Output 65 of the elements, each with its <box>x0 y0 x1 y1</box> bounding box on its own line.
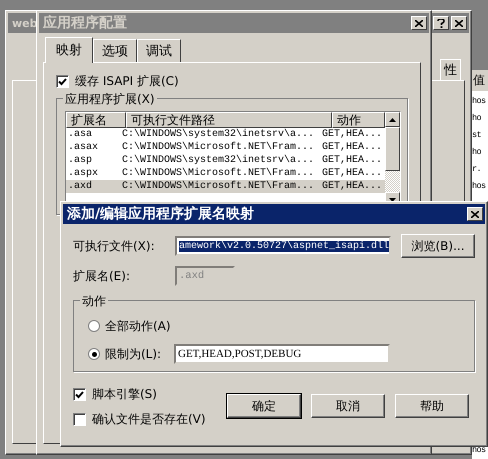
list-item[interactable]: ho <box>472 146 488 159</box>
group-title: 应用程序扩展(X) <box>63 91 157 108</box>
window-title: web <box>12 16 38 30</box>
dialog-button[interactable]: 确定 <box>227 394 301 418</box>
column-header: 值 <box>472 70 488 91</box>
dialog-button[interactable]: 取消 <box>311 394 385 418</box>
table-cell-text: C:\WINDOWS\Microsoft.NET\Fram... <box>121 141 316 154</box>
table-cell-text: C:\WINDOWS\Microsoft.NET\Fram... <box>121 167 316 180</box>
dialog-button[interactable]: 帮助 <box>395 394 469 418</box>
table-cell-text: C:\WINDOWS\system32\inetsrv\a... <box>121 128 316 141</box>
column-header[interactable]: 扩展名 <box>66 112 126 128</box>
checkmark-icon <box>58 78 67 86</box>
table-cell-text: GET,HEA... <box>321 167 384 180</box>
tab[interactable]: 映射 <box>45 37 93 63</box>
tab[interactable]: 选项 <box>93 39 137 62</box>
list-item[interactable]: hos <box>472 180 488 193</box>
methods-input[interactable]: GET,HEAD,POST,DEBUG <box>174 344 390 364</box>
radio-button[interactable] <box>88 348 100 360</box>
radio-label: 全部动作(A) <box>105 318 171 334</box>
close-icon <box>415 20 423 26</box>
table-row[interactable]: .axd C:\WINDOWS\Microsoft.NET\Fram... GET,HEA... <box>66 180 385 193</box>
help-icon <box>437 18 445 28</box>
tab[interactable]: 性 <box>440 59 461 80</box>
checkmark-icon <box>75 390 84 398</box>
table-cell-text: GET,HEA... <box>321 180 384 193</box>
executable-input[interactable]: amework\v2.0.50727\aspnet_isapi.dll <box>175 236 391 256</box>
checkbox[interactable]: 脚本引擎(S) <box>73 386 219 403</box>
table-row[interactable]: .aspx C:\WINDOWS\Microsoft.NET\Fram... GET,HEA... <box>66 167 385 180</box>
radio-label: 限制为(L): <box>105 346 162 362</box>
window-title: 应用程序配置 <box>43 14 127 32</box>
cache-checkbox[interactable]: 缓存 ISAPI 扩展(C) <box>56 73 408 90</box>
table-cell-text: GET,HEA... <box>321 128 384 141</box>
list-item[interactable]: ho <box>472 112 488 125</box>
up-arrow-icon <box>389 118 396 122</box>
table-cell-text: .axd <box>67 180 94 193</box>
checkbox[interactable]: 确认文件是否存在(V) <box>73 411 219 428</box>
close-icon <box>455 20 463 26</box>
column-header[interactable]: 可执行文件路径 <box>126 112 332 128</box>
tab[interactable]: 调试 <box>137 39 181 62</box>
radio-button[interactable] <box>88 320 100 332</box>
table-cell-text: .asp <box>67 154 94 167</box>
table-cell-text: .asax <box>67 141 100 154</box>
scrollbar-thumb[interactable] <box>385 127 400 171</box>
list-item[interactable]: r. <box>472 163 488 176</box>
table-cell-text: GET,HEA... <box>321 154 384 167</box>
table-cell-text: .aspx <box>67 167 100 180</box>
table-row[interactable]: .asp C:\WINDOWS\system32\inetsrv\a... GET,HEA... <box>66 154 385 167</box>
list-item[interactable]: hos <box>472 95 488 108</box>
table-row[interactable]: .asa C:\WINDOWS\system32\inetsrv\a... GET,HEA... <box>66 128 385 141</box>
group-title: 动作 <box>80 293 108 310</box>
window-title: 添加/编辑应用程序扩展名映射 <box>67 205 254 223</box>
down-arrow-icon <box>389 198 396 202</box>
table-cell-text: .asa <box>67 128 94 141</box>
table-cell-text: GET,HEA... <box>321 141 384 154</box>
close-icon <box>471 210 479 218</box>
table-cell-text: C:\WINDOWS\system32\inetsrv\a... <box>121 154 316 167</box>
table-cell-text: C:\WINDOWS\Microsoft.NET\Fram... <box>121 180 316 193</box>
table-row[interactable]: .asax C:\WINDOWS\Microsoft.NET\Fram... GET,HEA... <box>66 141 385 154</box>
close-button[interactable] <box>467 207 483 221</box>
browse-button[interactable]: 浏览(B)... <box>401 234 475 258</box>
column-header[interactable]: 动作 <box>332 112 385 128</box>
field-label: 可执行文件(X): <box>73 238 156 254</box>
list-item[interactable]: st <box>472 129 488 142</box>
field-label: 扩展名(E): <box>73 268 131 284</box>
list-item[interactable]: hos <box>472 444 488 457</box>
